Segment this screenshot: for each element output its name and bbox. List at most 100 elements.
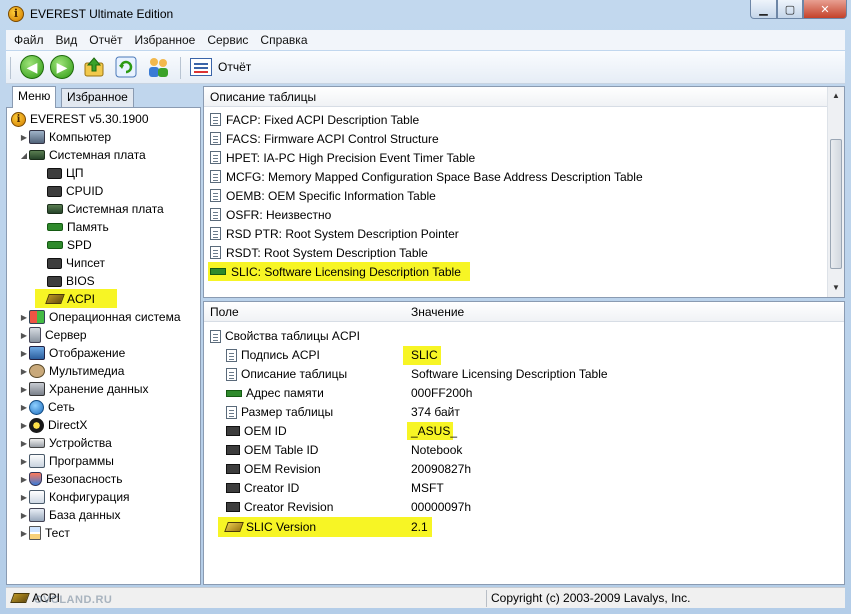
tree-item-acpi[interactable]: ACPI bbox=[45, 290, 96, 308]
column-description[interactable]: Описание таблицы bbox=[210, 90, 316, 104]
expand-arrow-icon[interactable]: ▶ bbox=[19, 511, 29, 520]
users-icon bbox=[149, 58, 168, 77]
minimize-button[interactable]: ▁ bbox=[750, 0, 777, 19]
tree-item-everest[interactable]: i EVEREST v5.30.1900 bbox=[11, 110, 149, 128]
property-row[interactable]: SLIC Version 2.1 bbox=[204, 518, 824, 537]
tree-item-server[interactable]: ▶ Сервер bbox=[19, 326, 87, 344]
scrollbar-thumb[interactable] bbox=[830, 139, 842, 269]
column-field[interactable]: Поле bbox=[210, 305, 239, 319]
tree-item-memory[interactable]: Память bbox=[47, 218, 109, 236]
table-row-slic[interactable]: SLIC: Software Licensing Description Tab… bbox=[210, 262, 461, 281]
tree-item-label: База данных bbox=[49, 508, 121, 522]
table-row-osfr[interactable]: OSFR: Неизвестно bbox=[210, 205, 331, 224]
property-value: 000FF200h bbox=[411, 386, 473, 400]
scroll-up-icon[interactable]: ▲ bbox=[828, 88, 844, 104]
acpi-icon bbox=[10, 593, 30, 603]
expand-arrow-icon[interactable]: ▶ bbox=[19, 439, 29, 448]
tree-item-chipset[interactable]: Чипсет bbox=[47, 254, 105, 272]
tree-item-database[interactable]: ▶ База данных bbox=[19, 506, 120, 524]
maximize-icon: ▢ bbox=[784, 3, 796, 16]
menu-view[interactable]: Вид bbox=[50, 33, 84, 47]
expand-arrow-icon[interactable]: ▶ bbox=[19, 493, 29, 502]
close-button[interactable]: ✕ bbox=[803, 0, 847, 19]
expand-arrow-icon[interactable]: ▶ bbox=[19, 421, 29, 430]
property-row[interactable]: Адрес памяти 000FF200h bbox=[204, 384, 824, 403]
tree-item-label: ACPI bbox=[67, 292, 96, 306]
menu-tools[interactable]: Сервис bbox=[201, 33, 254, 47]
properties-panel: Поле Значение Свойства таблицы ACPI Подп… bbox=[203, 301, 845, 585]
table-row-oemb[interactable]: OEMB: OEM Specific Information Table bbox=[210, 186, 436, 205]
tree-item-label: Хранение данных bbox=[49, 382, 149, 396]
back-button[interactable]: ◀ bbox=[20, 55, 44, 79]
acpi-tables-panel: Описание таблицы FACP: Fixed ACPI Descri… bbox=[203, 86, 845, 298]
configuration-icon bbox=[29, 490, 45, 504]
property-row[interactable]: Creator Revision 00000097h bbox=[204, 498, 824, 517]
tables-scrollbar[interactable]: ▲ ▼ bbox=[827, 87, 844, 297]
tree-item-devices[interactable]: ▶ Устройства bbox=[19, 434, 112, 452]
tree-item-display[interactable]: ▶ Отображение bbox=[19, 344, 125, 362]
tree-item-security[interactable]: ▶ Безопасность bbox=[19, 470, 123, 488]
expand-arrow-icon[interactable]: ▶ bbox=[19, 313, 29, 322]
collapse-arrow-icon[interactable]: ◢ bbox=[19, 151, 29, 160]
property-row[interactable]: Подпись ACPI SLIC bbox=[204, 346, 824, 365]
tree-item-cpuid[interactable]: CPUID bbox=[47, 182, 103, 200]
tree-item-spd[interactable]: SPD bbox=[47, 236, 92, 254]
tree-item-programs[interactable]: ▶ Программы bbox=[19, 452, 114, 470]
tree-item-motherboard[interactable]: ◢ Системная плата bbox=[19, 146, 146, 164]
tree-item-computer[interactable]: ▶ Компьютер bbox=[19, 128, 111, 146]
expand-arrow-icon[interactable]: ▶ bbox=[19, 403, 29, 412]
title-bar[interactable]: i EVEREST Ultimate Edition ▁ ▢ ✕ bbox=[0, 0, 851, 28]
up-button[interactable] bbox=[82, 55, 106, 79]
tree-item-network[interactable]: ▶ Сеть bbox=[19, 398, 75, 416]
table-row-facp[interactable]: FACP: Fixed ACPI Description Table bbox=[210, 110, 419, 129]
property-row[interactable]: OEM ID _ASUS_ bbox=[204, 422, 824, 441]
expand-arrow-icon[interactable]: ▶ bbox=[19, 367, 29, 376]
expand-arrow-icon[interactable]: ▶ bbox=[19, 475, 29, 484]
monitor-icon bbox=[29, 346, 45, 360]
property-row[interactable]: Описание таблицы Software Licensing Desc… bbox=[204, 365, 824, 384]
expand-arrow-icon[interactable]: ▶ bbox=[19, 529, 29, 538]
property-row[interactable]: OEM Table ID Notebook bbox=[204, 441, 824, 460]
property-row[interactable]: Creator ID MSFT bbox=[204, 479, 824, 498]
tree-item-cpu[interactable]: ЦП bbox=[47, 164, 84, 182]
property-row[interactable]: OEM Revision 20090827h bbox=[204, 460, 824, 479]
table-row-rsdt[interactable]: RSDT: Root System Description Table bbox=[210, 243, 428, 262]
tree-item-bios[interactable]: BIOS bbox=[47, 272, 95, 290]
table-row-hpet[interactable]: HPET: IA-PC High Precision Event Timer T… bbox=[210, 148, 475, 167]
property-group[interactable]: Свойства таблицы ACPI bbox=[204, 327, 824, 346]
tree-item-benchmark[interactable]: ▶ Тест bbox=[19, 524, 70, 542]
tree-item-storage[interactable]: ▶ Хранение данных bbox=[19, 380, 149, 398]
tables-header[interactable]: Описание таблицы bbox=[204, 87, 828, 107]
expand-arrow-icon[interactable]: ▶ bbox=[19, 457, 29, 466]
document-icon bbox=[226, 405, 237, 419]
tree-item-configuration[interactable]: ▶ Конфигурация bbox=[19, 488, 130, 506]
users-button[interactable] bbox=[146, 55, 170, 79]
tree-item-directx[interactable]: ▶ DirectX bbox=[19, 416, 87, 434]
scroll-down-icon[interactable]: ▼ bbox=[828, 280, 844, 296]
tree-item-os[interactable]: ▶ Операционная система bbox=[19, 308, 181, 326]
forward-button[interactable]: ▶ bbox=[50, 55, 74, 79]
tree-item-label: Безопасность bbox=[46, 472, 123, 486]
menu-help[interactable]: Справка bbox=[254, 33, 313, 47]
tab-menu[interactable]: Меню bbox=[12, 86, 57, 108]
table-row-mcfg[interactable]: MCFG: Memory Mapped Configuration Space … bbox=[210, 167, 643, 186]
tree-item-system-board[interactable]: Системная плата bbox=[47, 200, 164, 218]
tree-item-multimedia[interactable]: ▶ Мультимедиа bbox=[19, 362, 124, 380]
maximize-button[interactable]: ▢ bbox=[777, 0, 803, 19]
expand-arrow-icon[interactable]: ▶ bbox=[19, 385, 29, 394]
chip-icon bbox=[226, 464, 240, 474]
refresh-button[interactable] bbox=[114, 55, 138, 79]
tab-favorites[interactable]: Избранное bbox=[61, 88, 134, 107]
expand-arrow-icon[interactable]: ▶ bbox=[19, 133, 29, 142]
menu-report[interactable]: Отчёт bbox=[83, 33, 128, 47]
menu-file[interactable]: Файл bbox=[8, 33, 50, 47]
column-value[interactable]: Значение bbox=[411, 305, 464, 319]
table-row-rsdptr[interactable]: RSD PTR: Root System Description Pointer bbox=[210, 224, 459, 243]
table-row-facs[interactable]: FACS: Firmware ACPI Control Structure bbox=[210, 129, 439, 148]
expand-arrow-icon[interactable]: ▶ bbox=[19, 349, 29, 358]
property-row[interactable]: Размер таблицы 374 байт bbox=[204, 403, 824, 422]
everest-app-icon[interactable]: i bbox=[8, 6, 24, 22]
report-button[interactable]: Отчёт bbox=[190, 56, 251, 78]
expand-arrow-icon[interactable]: ▶ bbox=[19, 331, 29, 340]
menu-favorites[interactable]: Избранное bbox=[129, 33, 202, 47]
